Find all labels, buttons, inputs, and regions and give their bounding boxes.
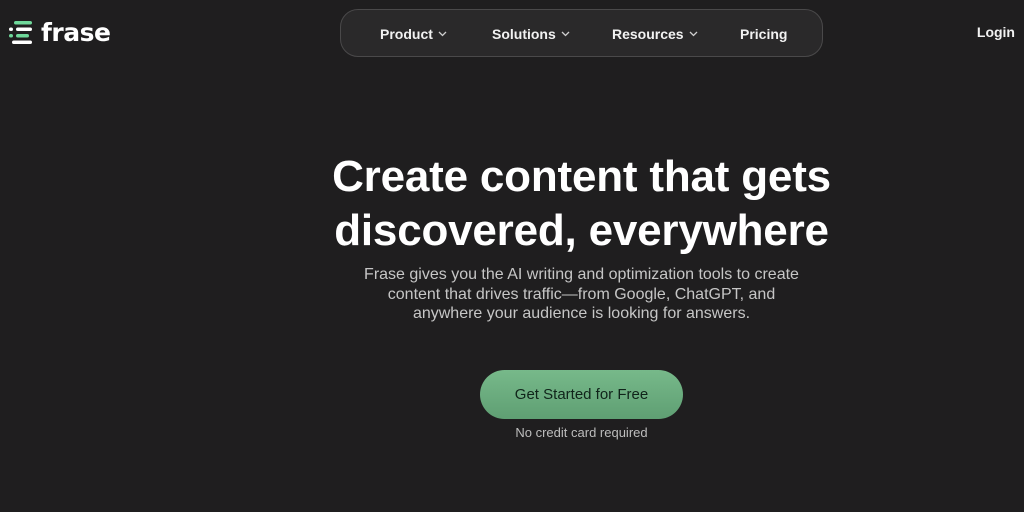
chevron-down-icon [438,31,447,37]
chevron-down-icon [561,31,570,37]
nav-item-product[interactable]: Product [380,10,447,58]
nav-item-label: Solutions [492,26,556,42]
nav-item-label: Product [380,26,433,42]
brand-name: frase [41,18,111,47]
hero-title: Create content that gets discovered, eve… [0,150,1024,258]
nav-item-pricing[interactable]: Pricing [740,10,787,58]
landing-page: frase Product Solutions Resources Pricin… [0,0,1024,512]
chevron-down-icon [689,31,698,37]
nav-item-label: Resources [612,26,684,42]
no-credit-card-note: No credit card required [515,425,648,440]
frase-logo-icon [9,21,32,44]
hero-title-line-1: Create content that gets [332,152,831,201]
hero-subtitle-line-3: anywhere your audience is looking for an… [412,305,751,322]
hero-subtitle-line-2: content that drives traffic—from Google,… [387,285,776,303]
nav-item-resources[interactable]: Resources [612,10,698,58]
login-link[interactable]: Login [977,24,1015,40]
nav-item-label: Pricing [740,26,788,42]
brand-logo[interactable]: frase [9,18,111,47]
hero-subtitle: Frase gives you the AI writing and optim… [0,265,1024,324]
hero-subtitle-line-1: Frase gives you the AI writing and optim… [364,266,799,283]
get-started-button[interactable]: Get Started for Free [480,370,683,419]
nav-item-solutions[interactable]: Solutions [492,10,570,58]
main-nav: Product Solutions Resources Pricing [340,9,823,57]
hero-title-line-2: discovered, everywhere [334,206,829,255]
